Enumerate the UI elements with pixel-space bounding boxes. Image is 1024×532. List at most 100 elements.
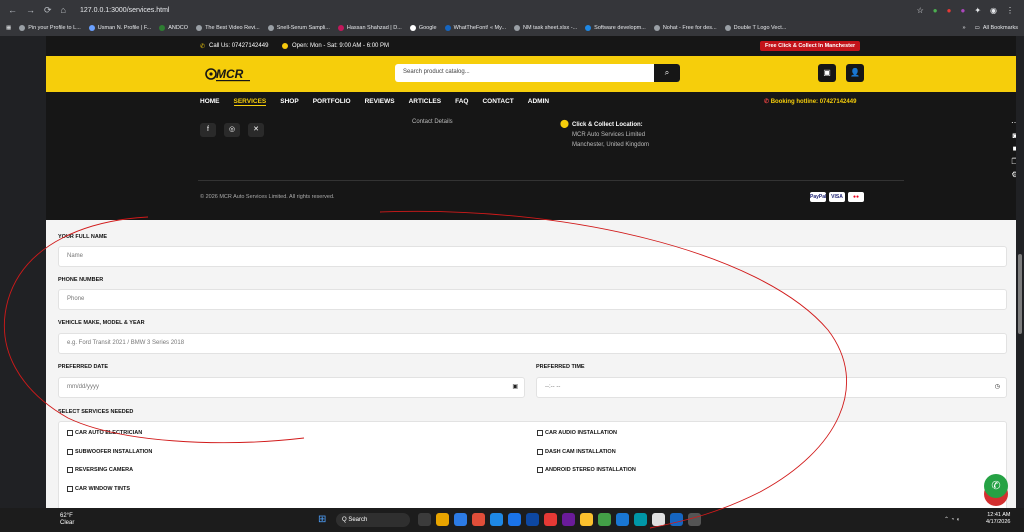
bookmark[interactable]: Usman N. Profile | F... <box>88 25 151 31</box>
apps-icon[interactable]: ▦ <box>6 25 11 31</box>
search-bar[interactable]: Search product catalog... ⌕ <box>395 64 680 82</box>
reload-icon[interactable]: ⟳ <box>44 5 52 16</box>
twitter-icon[interactable]: ✕ <box>248 123 264 137</box>
weather-widget[interactable]: 62°F Clear <box>60 513 74 527</box>
vehicle-input[interactable]: e.g. Ford Transit 2021 / BMW 3 Series 20… <box>58 333 1007 354</box>
bookmark[interactable]: Pin your Profile to L... <box>19 25 81 31</box>
service-checkbox[interactable]: REVERSING CAMERA <box>67 467 133 473</box>
bookmark[interactable]: ANDCO <box>159 25 188 31</box>
booking-hotline[interactable]: ✆ Booking hotline: 07427142449 <box>764 98 856 105</box>
taskbar-search[interactable]: Q Search <box>336 513 410 527</box>
instagram-icon[interactable]: ◎ <box>224 123 240 137</box>
nav-home[interactable]: HOME <box>200 98 220 106</box>
date-input[interactable]: mm/dd/yyyy ▣ <box>58 377 525 398</box>
menu-icon[interactable]: ⋮ <box>1006 6 1014 15</box>
nav-reviews[interactable]: REVIEWS <box>365 98 395 106</box>
photoshop-icon[interactable] <box>526 513 539 526</box>
system-tray[interactable]: ⌃ ◔ ◖ <box>944 516 960 523</box>
bookmark-label: Double T Logo Vect... <box>733 25 787 31</box>
whatsapp-fab[interactable]: ✆ <box>984 474 1008 498</box>
app-icon[interactable] <box>616 513 629 526</box>
nav-contact[interactable]: CONTACT <box>482 98 513 106</box>
nav-faq[interactable]: FAQ <box>455 98 468 106</box>
clock-icon[interactable]: ◷ <box>995 378 1000 397</box>
address-bar-row: ← → ⟳ ⌂ 127.0.0.1:3000/services.html ☆ ●… <box>0 0 1024 20</box>
bookmark[interactable]: NM task sheet.xlsx -... <box>514 25 577 31</box>
app-icon[interactable] <box>580 513 593 526</box>
app-icon[interactable] <box>418 513 431 526</box>
app-icon[interactable] <box>688 513 701 526</box>
call-info[interactable]: ✆ Call Us: 07427142449 <box>200 43 268 50</box>
name-input[interactable]: Name <box>58 246 1007 267</box>
contact-details-link[interactable]: Contact Details <box>412 119 453 125</box>
service-checkbox[interactable]: CAR AUTO ELECTRICIAN <box>67 430 142 436</box>
bookmark[interactable]: Snell-Serum Sampli... <box>267 25 330 31</box>
app-icon[interactable] <box>454 513 467 526</box>
service-checkbox[interactable]: CAR WINDOW TINTS <box>67 486 130 492</box>
forward-icon[interactable]: → <box>26 5 35 16</box>
checkbox[interactable] <box>537 449 543 455</box>
bookmark-icon <box>444 25 451 31</box>
chrome-icon[interactable] <box>598 513 611 526</box>
nav-articles[interactable]: ARTICLES <box>409 98 442 106</box>
hotline-label: Booking hotline: <box>770 99 819 105</box>
os-taskbar: 62°F Clear ⊞ Q Search ⌃ ◔ ◖ 12:41 AM 4/1… <box>0 508 1024 532</box>
cart-button[interactable]: ▣ <box>818 64 836 82</box>
app-icon[interactable] <box>490 513 503 526</box>
calendar-icon[interactable]: ▣ <box>512 378 518 397</box>
search-button[interactable]: ⌕ <box>654 64 680 82</box>
file-explorer-icon[interactable] <box>436 513 449 526</box>
service-checkbox[interactable]: ANDROID STEREO INSTALLATION <box>537 467 636 473</box>
app-icon[interactable] <box>634 513 647 526</box>
home-icon[interactable]: ⌂ <box>61 5 66 16</box>
app-icon[interactable] <box>652 513 665 526</box>
checkbox[interactable] <box>537 430 543 436</box>
bookmark[interactable]: Hassan Shahzad | D... <box>337 25 402 31</box>
browser-chrome: ← → ⟳ ⌂ 127.0.0.1:3000/services.html ☆ ●… <box>0 0 1024 36</box>
extension-icon[interactable]: ● <box>933 6 938 15</box>
service-checkbox[interactable]: DASH CAM INSTALLATION <box>537 449 616 455</box>
page-scrollbar[interactable] <box>1016 36 1024 508</box>
extension-icon[interactable]: ● <box>960 6 965 15</box>
account-button[interactable]: 👤 <box>846 64 864 82</box>
nav-portfolio[interactable]: PORTFOLIO <box>313 98 351 106</box>
chrome-icon[interactable] <box>472 513 485 526</box>
bookmark[interactable]: Google <box>409 25 437 31</box>
bookmark[interactable]: Nohat - Free for des... <box>653 25 717 31</box>
bookmark[interactable]: WhatTheFont! « My... <box>444 25 506 31</box>
checkbox[interactable] <box>67 467 73 473</box>
facebook-icon[interactable]: f <box>200 123 216 137</box>
vscode-icon[interactable] <box>670 513 683 526</box>
extension-icon[interactable]: ● <box>947 6 952 15</box>
service-checkbox[interactable]: SUBWOOFER INSTALLATION <box>67 449 152 455</box>
bookmark[interactable]: The Best Video Revi... <box>196 25 260 31</box>
phone-input[interactable]: Phone <box>58 289 1007 310</box>
bookmark[interactable]: Double T Logo Vect... <box>724 25 787 31</box>
checkbox[interactable] <box>67 430 73 436</box>
mcr-logo[interactable]: MCR <box>204 64 254 84</box>
profile-icon[interactable]: ◉ <box>990 6 997 15</box>
puzzle-icon[interactable]: ✦ <box>974 6 981 15</box>
app-icon[interactable] <box>508 513 521 526</box>
chrome-icon[interactable] <box>544 513 557 526</box>
footer-divider <box>198 180 904 181</box>
address-bar[interactable]: 127.0.0.1:3000/services.html <box>80 7 170 14</box>
bookmark[interactable]: Software developm... <box>585 25 646 31</box>
checkbox[interactable] <box>537 467 543 473</box>
checkbox[interactable] <box>67 486 73 492</box>
nav-shop[interactable]: SHOP <box>280 98 298 106</box>
taskbar-clock[interactable]: 12:41 AM 4/17/2026 <box>986 512 1010 526</box>
search-input[interactable]: Search product catalog... <box>403 69 470 75</box>
windows-start-icon[interactable]: ⊞ <box>318 514 326 525</box>
nav-admin[interactable]: ADMIN <box>528 98 549 106</box>
page-viewport: ✆ Call Us: 07427142449 Open: Mon - Sat: 9… <box>46 36 1016 508</box>
scrollbar-thumb[interactable] <box>1018 254 1022 334</box>
app-icon[interactable] <box>562 513 575 526</box>
all-bookmarks[interactable]: » ▭ All Bookmarks <box>963 25 1018 31</box>
nav-services[interactable]: SERVICES <box>233 98 267 106</box>
back-icon[interactable]: ← <box>8 5 17 16</box>
time-input[interactable]: --:-- -- ◷ <box>536 377 1007 398</box>
service-checkbox[interactable]: CAR AUDIO INSTALLATION <box>537 430 617 436</box>
star-icon[interactable]: ☆ <box>917 6 924 15</box>
checkbox[interactable] <box>67 449 73 455</box>
